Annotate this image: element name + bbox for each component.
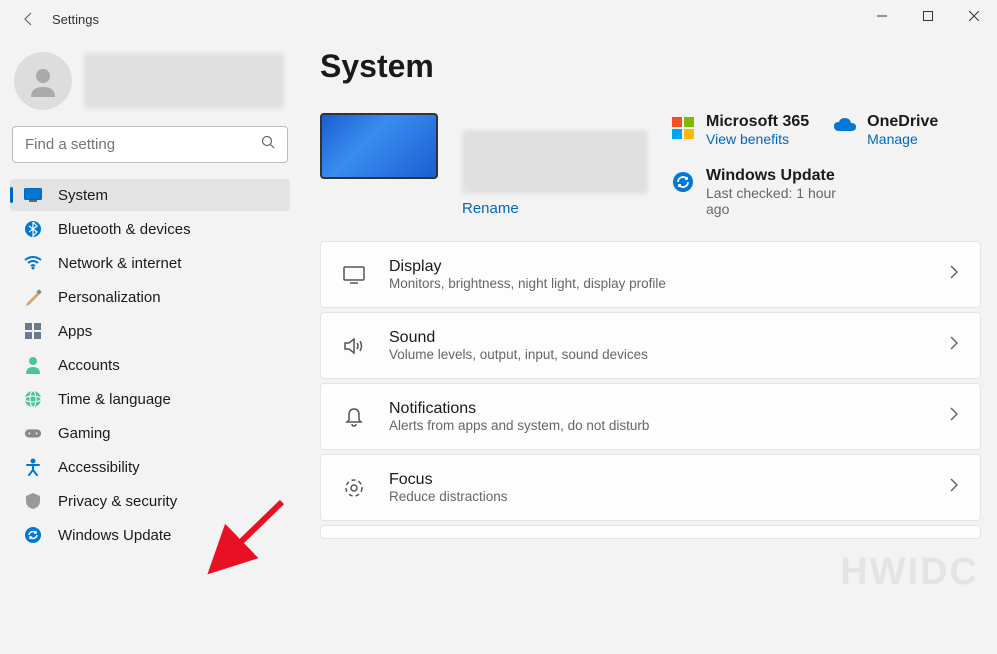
nav-item-time[interactable]: Time & language [10,383,290,415]
wifi-icon [24,254,42,272]
nav-label: Network & internet [58,255,181,272]
nav-label: Accessibility [58,459,140,476]
bell-icon [343,406,365,428]
nav-item-update[interactable]: Windows Update [10,519,290,551]
sidebar: System Bluetooth & devices Network & int… [0,38,300,654]
onedrive-card[interactable]: OneDrive Manage [833,113,963,147]
paint-icon [24,288,42,306]
nav-item-bluetooth[interactable]: Bluetooth & devices [10,213,290,245]
card-title: Windows Update [706,167,852,185]
chevron-right-icon [950,336,958,355]
window-title: Settings [52,12,99,27]
nav-label: Apps [58,323,92,340]
sync-icon [672,171,694,193]
card-link[interactable]: Manage [867,131,938,147]
person-icon [24,356,42,374]
bluetooth-icon [24,220,42,238]
setting-focus[interactable]: Focus Reduce distractions [320,454,981,521]
nav-label: Accounts [58,357,120,374]
setting-notifications[interactable]: Notifications Alerts from apps and syste… [320,383,981,450]
close-button[interactable] [951,0,997,32]
nav-label: Time & language [58,391,171,408]
nav-item-apps[interactable]: Apps [10,315,290,347]
card-title: OneDrive [867,113,938,131]
page-title: System [320,48,981,85]
nav-item-gaming[interactable]: Gaming [10,417,290,449]
user-info-redacted [84,53,284,109]
display-icon [343,264,365,286]
chevron-right-icon [950,265,958,284]
setting-partial[interactable] [320,525,981,539]
card-link[interactable]: View benefits [706,131,809,147]
nav-list: System Bluetooth & devices Network & int… [6,179,294,551]
search-box[interactable] [12,126,288,163]
card-sub: Last checked: 1 hour ago [706,185,852,217]
nav-item-accounts[interactable]: Accounts [10,349,290,381]
monitor-icon [24,186,42,204]
setting-title: Notifications [389,400,926,418]
shield-icon [24,492,42,510]
avatar [14,52,72,110]
update-card[interactable]: Windows Update Last checked: 1 hour ago [672,167,852,217]
nav-item-accessibility[interactable]: Accessibility [10,451,290,483]
minimize-button[interactable] [859,0,905,32]
main-content: System Rename Microsoft 365 View benefit… [300,38,997,654]
nav-item-network[interactable]: Network & internet [10,247,290,279]
nav-item-personalization[interactable]: Personalization [10,281,290,313]
nav-item-privacy[interactable]: Privacy & security [10,485,290,517]
setting-title: Sound [389,329,926,347]
microsoft-icon [672,117,694,139]
setting-title: Focus [389,471,926,489]
user-section[interactable] [6,44,294,118]
device-thumbnail[interactable] [320,113,438,179]
setting-desc: Reduce distractions [389,489,926,504]
nav-label: Personalization [58,289,161,306]
search-icon [261,135,275,154]
nav-label: Gaming [58,425,111,442]
nav-label: Windows Update [58,527,171,544]
chevron-right-icon [950,478,958,497]
gamepad-icon [24,424,42,442]
m365-card[interactable]: Microsoft 365 View benefits [672,113,809,147]
setting-desc: Volume levels, output, input, sound devi… [389,347,926,362]
setting-title: Display [389,258,926,276]
setting-desc: Alerts from apps and system, do not dist… [389,418,926,433]
setting-sound[interactable]: Sound Volume levels, output, input, soun… [320,312,981,379]
setting-desc: Monitors, brightness, night light, displ… [389,276,926,291]
nav-label: Privacy & security [58,493,177,510]
globe-icon [24,390,42,408]
rename-link[interactable]: Rename [462,200,648,217]
maximize-button[interactable] [905,0,951,32]
chevron-right-icon [950,407,958,426]
accessibility-icon [24,458,42,476]
onedrive-icon [833,117,855,139]
search-input[interactable] [25,136,261,153]
apps-icon [24,322,42,340]
nav-item-system[interactable]: System [10,179,290,211]
sound-icon [343,335,365,357]
nav-label: System [58,187,108,204]
focus-icon [343,477,365,499]
device-name-redacted [462,130,648,194]
sync-icon [24,526,42,544]
nav-label: Bluetooth & devices [58,221,191,238]
card-title: Microsoft 365 [706,113,809,131]
back-button[interactable] [10,0,48,38]
setting-display[interactable]: Display Monitors, brightness, night ligh… [320,241,981,308]
